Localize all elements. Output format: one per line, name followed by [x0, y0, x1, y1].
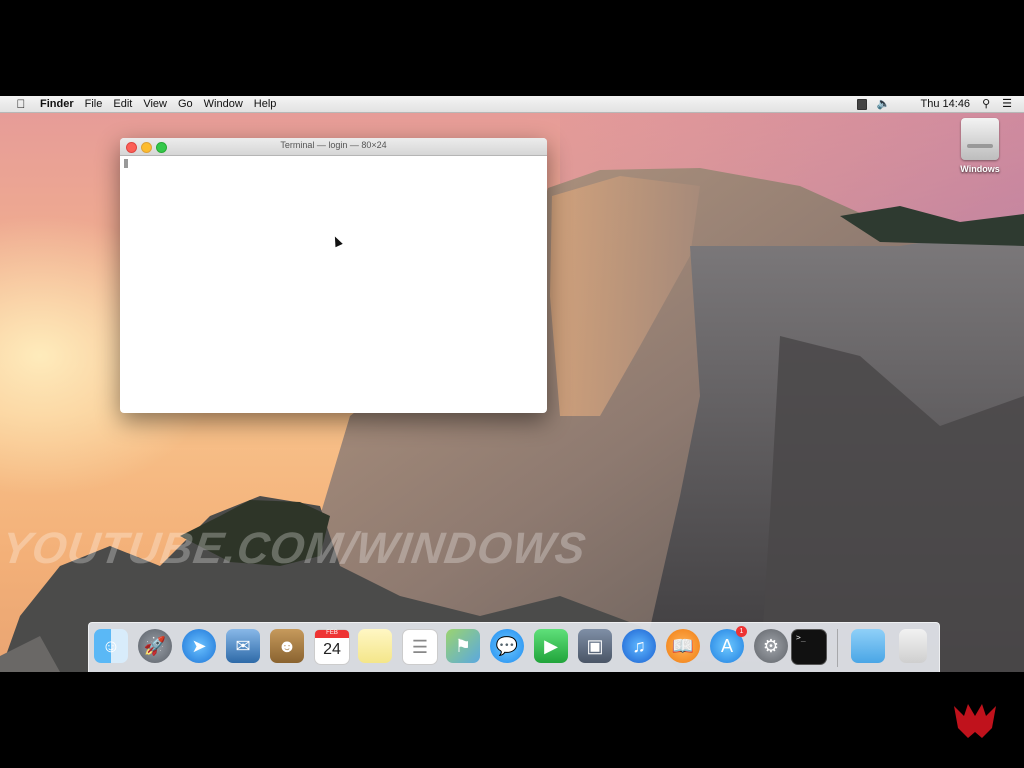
- volume-icon[interactable]: 🔈: [877, 96, 891, 112]
- dock-launchpad-icon[interactable]: 🚀: [138, 629, 172, 663]
- terminal-prompt-glyph: >_: [796, 633, 806, 642]
- notification-center-icon[interactable]: ☰: [1002, 96, 1012, 112]
- menu-bar:  Finder File Edit View Go Window Help 🔈…: [0, 96, 1024, 113]
- spotlight-search-icon[interactable]: ⚲: [982, 96, 990, 112]
- menu-view[interactable]: View: [143, 96, 167, 112]
- watermark-text: YOUTUBE.COM/WINDOWS: [0, 524, 590, 573]
- desktop-drive-label: Windows: [960, 164, 1000, 174]
- dock-trash-icon[interactable]: [899, 629, 927, 663]
- calendar-day: 24: [323, 641, 341, 658]
- app-store-badge: 1: [736, 626, 747, 637]
- menu-edit[interactable]: Edit: [113, 96, 132, 112]
- dock-terminal-icon[interactable]: >_: [791, 629, 827, 665]
- calendar-month: FEB: [315, 630, 349, 638]
- dock-separator: [837, 629, 838, 667]
- terminal-title: Terminal — login — 80×24: [280, 140, 387, 150]
- dock-ibooks-icon[interactable]: 📖: [666, 629, 700, 663]
- terminal-titlebar[interactable]: Terminal — login — 80×24: [120, 138, 547, 156]
- dock-notes-icon[interactable]: [358, 629, 392, 663]
- dock-finder-icon[interactable]: ☺: [94, 629, 128, 663]
- menu-window[interactable]: Window: [204, 96, 243, 112]
- apple-icon[interactable]: : [12, 97, 30, 111]
- terminal-window[interactable]: Terminal — login — 80×24: [120, 138, 547, 413]
- dock-facetime-icon[interactable]: ▶: [534, 629, 568, 663]
- menu-app-finder[interactable]: Finder: [40, 96, 74, 112]
- dock: ☺ 🚀 ➤ ✉ ☻ FEB 24 ☰ ⚑ 💬 ▶ ▣ ♫ 📖 A 1 ⚙ >_: [88, 622, 940, 672]
- desktop: YOUTUBE.COM/WINDOWS  Finder File Edit V…: [0, 96, 1024, 672]
- dock-calendar-icon[interactable]: FEB 24: [314, 629, 350, 665]
- text-cursor: [124, 159, 128, 168]
- dock-photo-booth-icon[interactable]: ▣: [578, 629, 612, 663]
- desktop-drive-windows[interactable]: Windows: [950, 118, 1010, 174]
- menu-clock[interactable]: Thu 14:46: [921, 96, 971, 112]
- hard-drive-icon: [961, 118, 999, 160]
- dock-downloads-folder-icon[interactable]: [851, 629, 885, 663]
- dock-mail-icon[interactable]: ✉: [226, 629, 260, 663]
- dock-app-store-icon[interactable]: A 1: [710, 626, 747, 663]
- dock-messages-icon[interactable]: 💬: [490, 629, 524, 663]
- status-area: 🔈 Thu 14:46 ⚲ ☰: [856, 96, 1024, 112]
- dock-itunes-icon[interactable]: ♫: [622, 629, 656, 663]
- menu-file[interactable]: File: [85, 96, 103, 112]
- dock-reminders-icon[interactable]: ☰: [402, 629, 438, 665]
- menu-go[interactable]: Go: [178, 96, 193, 112]
- dock-system-preferences-icon[interactable]: ⚙: [754, 629, 788, 663]
- menu-help[interactable]: Help: [254, 96, 277, 112]
- dock-maps-icon[interactable]: ⚑: [446, 629, 480, 663]
- channel-logo-icon: [954, 704, 996, 738]
- dock-safari-icon[interactable]: ➤: [182, 629, 216, 663]
- battery-icon[interactable]: [856, 98, 867, 110]
- dock-contacts-icon[interactable]: ☻: [270, 629, 304, 663]
